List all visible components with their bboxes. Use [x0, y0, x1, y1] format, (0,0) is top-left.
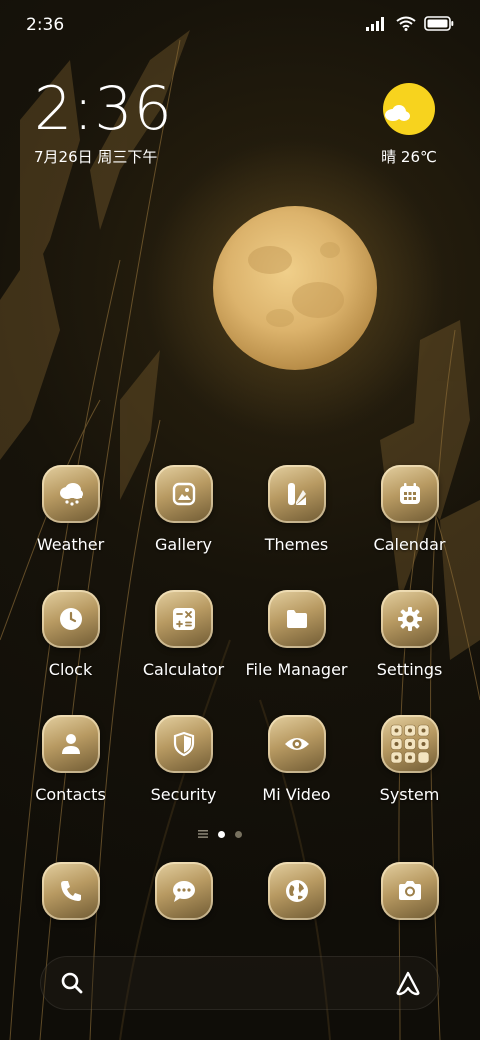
moon [213, 206, 377, 370]
clock-icon [41, 590, 100, 648]
dock-camera[interactable] [353, 862, 466, 920]
page-indicator[interactable] [198, 830, 242, 838]
weather-condition-temp: 晴 26℃ [381, 148, 437, 166]
app-label: Themes [264, 535, 329, 554]
status-time: 2:36 [26, 15, 65, 35]
app-label: System [379, 785, 440, 804]
app-clock[interactable]: Clock [14, 590, 127, 679]
app-security[interactable]: Security [127, 715, 240, 804]
weather-widget[interactable]: 晴 26℃ [374, 82, 444, 167]
search-icon[interactable] [60, 971, 84, 995]
dock-messages[interactable] [127, 862, 240, 920]
app-weather[interactable]: Weather [14, 465, 127, 554]
themes-icon [267, 465, 326, 523]
app-system-folder[interactable]: System [353, 715, 466, 804]
app-label: Clock [48, 660, 93, 679]
app-label: Settings [376, 660, 443, 679]
clock-widget[interactable]: 2:36 7月26日 周三下午 [34, 76, 173, 167]
contacts-icon [41, 715, 100, 773]
app-file-manager[interactable]: File Manager [240, 590, 353, 679]
app-gallery[interactable]: Gallery [127, 465, 240, 554]
app-calculator[interactable]: Calculator [127, 590, 240, 679]
dock-phone[interactable] [14, 862, 127, 920]
folder-grid-icon [380, 715, 439, 773]
messages-icon [154, 862, 213, 920]
app-label: File Manager [245, 660, 348, 679]
app-label: Security [150, 785, 217, 804]
date-text: 7月26日 周三下午 [34, 148, 158, 166]
dock-browser[interactable] [240, 862, 353, 920]
calculator-icon [154, 590, 213, 648]
app-label: Weather [36, 535, 105, 554]
app-label: Contacts [35, 785, 106, 804]
shield-icon [154, 715, 213, 773]
battery-icon [424, 16, 454, 31]
search-bar[interactable] [40, 956, 440, 1010]
status-bar: 2:36 [0, 0, 480, 50]
page-dot-active[interactable] [218, 830, 225, 838]
signal-icon [366, 16, 384, 31]
list-pages-icon[interactable] [198, 830, 208, 838]
phone-icon [41, 862, 100, 920]
app-calendar[interactable]: Calendar [353, 465, 466, 554]
app-mi-video[interactable]: Mi Video [240, 715, 353, 804]
weather-icon [41, 465, 100, 523]
gallery-icon [154, 465, 213, 523]
assistant-icon[interactable] [394, 969, 422, 997]
browser-icon [267, 862, 326, 920]
eye-icon [267, 715, 326, 773]
app-contacts[interactable]: Contacts [14, 715, 127, 804]
app-label: Gallery [155, 535, 212, 554]
app-label: Mi Video [262, 785, 331, 804]
status-icons [366, 16, 454, 31]
sunny-cloud-icon [382, 82, 436, 136]
app-themes[interactable]: Themes [240, 465, 353, 554]
camera-icon [380, 862, 439, 920]
calendar-icon [380, 465, 439, 523]
app-label: Calendar [373, 535, 446, 554]
app-settings[interactable]: Settings [353, 590, 466, 679]
gear-icon [380, 590, 439, 648]
wifi-icon [396, 16, 416, 31]
app-label: Calculator [142, 660, 225, 679]
folder-icon [267, 590, 326, 648]
page-dot[interactable] [235, 830, 242, 838]
big-clock-time: 2:36 [34, 74, 173, 144]
home-screen: 2:36 2:36 7月26日 周三下午 晴 26℃ Weather Galle… [0, 0, 480, 1040]
